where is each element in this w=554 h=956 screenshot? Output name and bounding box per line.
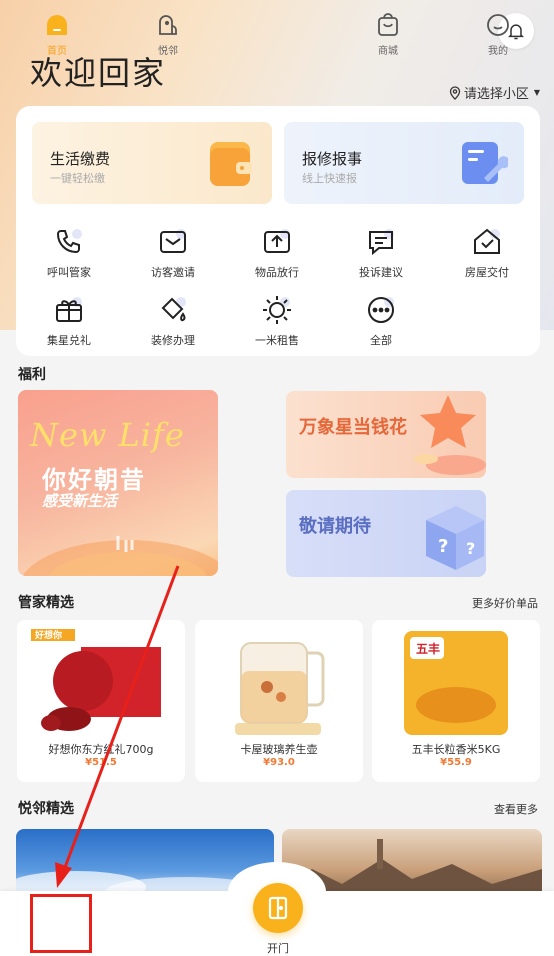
product-name: 好想你东方红礼700g [48,743,154,756]
product-image: 好想你 [29,627,173,737]
product-name: 卡屋玻璃养生壶 [240,743,318,756]
grid-item-house-delivery[interactable]: 房屋交付 [442,226,532,280]
grid-label: 全部 [370,334,392,347]
caret-down-icon: ▼ [533,88,540,97]
repair-report-title: 报修报事 [302,150,363,168]
grid-label: 投诉建议 [359,266,403,279]
product-name: 五丰长粒香米5KG [411,743,501,756]
open-door-button[interactable] [253,883,303,933]
grid-item-call-butler[interactable]: 呼叫管家 [24,226,114,280]
picks-section-title: 管家精选 [18,595,74,611]
grid-item-complaint[interactable]: 投诉建议 [336,226,426,280]
repair-report-card[interactable]: 报修报事 线上快速报 [284,122,524,204]
shopping-bag-icon [378,13,398,36]
location-pin-icon [449,85,460,100]
grid-item-renovation[interactable]: 装修办理 [128,294,218,348]
product-card[interactable]: 五丰 五丰长粒香米5KG ¥55.9 [372,620,540,782]
tab-neighbor[interactable]: 悦邻 [138,12,198,57]
product-price: ¥93.0 [263,757,295,768]
repair-report-subtitle: 线上快速报 [302,172,357,185]
tab-label: 悦邻 [158,46,178,57]
svg-text:?: ? [466,539,475,558]
product-price: ¥51.5 [85,757,117,768]
utility-payment-title: 生活缴费 [50,150,111,168]
neighbor-more-link[interactable]: 查看更多 [494,801,538,817]
upload-icon [264,229,290,253]
community-selector[interactable]: 请选择小区 ▼ [449,83,540,102]
coming-soon-title: 敬请期待 [299,516,371,537]
utility-payment-card[interactable]: 生活缴费 一键轻松缴 [32,122,272,204]
tab-home[interactable]: 首页 [27,12,87,57]
grid-label: 集星兑礼 [47,334,91,347]
tab-label: 首页 [47,46,67,57]
tab-profile[interactable]: 我的 [468,12,528,57]
phone-icon [56,229,82,254]
welfare-main-banner[interactable]: New Life 你好朝昔 感受新生活 [18,390,218,576]
sun-icon [263,296,291,324]
community-label: 请选择小区 [463,87,529,102]
grid-item-item-release[interactable]: 物品放行 [232,226,322,280]
wallet-icon [210,142,252,186]
grid-item-star-gift[interactable]: 集星兑礼 [24,294,114,348]
grid-label: 装修办理 [151,334,195,347]
tab-label: 我的 [488,46,508,57]
utility-payment-subtitle: 一键轻松缴 [50,172,105,185]
package-brand-text: 五丰 [416,641,440,656]
smiley-icon [487,14,509,36]
tab-label: 商城 [378,46,398,57]
tab-mall[interactable]: 商城 [358,12,418,57]
product-card[interactable]: 好想你 好想你东方红礼700g ¥51.5 [17,620,185,782]
neighbor-section-title: 悦邻精选 [18,801,74,817]
grid-label: 一米租售 [255,334,299,347]
picks-more-link[interactable]: 更多好价单品 [472,595,538,611]
star-cash-banner[interactable]: 万象星当钱花 [286,391,486,478]
package-brand-text: 好想你 [34,629,62,641]
banner-script-text: New Life [30,416,185,454]
annotation-highlight-box [30,894,92,953]
tab-label: 开门 [267,942,289,955]
grid-item-visitor-invite[interactable]: 访客邀请 [128,226,218,280]
banner-main-subtitle: 感受新生活 [42,492,118,510]
neighbor-icon [159,15,177,35]
door-icon [268,896,288,920]
house-check-icon [474,228,500,254]
grid-label: 访客邀请 [151,266,195,279]
wrench-clipboard-icon [462,142,508,184]
grid-item-rent-sale[interactable]: 一米租售 [232,294,322,348]
grid-label: 房屋交付 [465,266,509,279]
mystery-box-icon: ? ? [426,506,484,570]
chat-icon [369,229,394,256]
product-price: ¥55.9 [440,757,472,768]
svg-text:?: ? [438,536,448,557]
star-cash-title: 万象星当钱花 [299,417,407,438]
envelope-icon [160,229,186,253]
welfare-section-title: 福利 [18,367,46,383]
product-image: 五丰 [384,627,528,737]
home-icon [47,15,67,35]
coming-soon-banner[interactable]: ? ? 敬请期待 [286,490,486,577]
grid-label: 物品放行 [255,266,299,279]
product-card[interactable]: 卡屋玻璃养生壶 ¥93.0 [195,620,363,782]
grid-label: 呼叫管家 [47,266,91,279]
paint-bucket-icon [161,297,186,322]
product-image [207,627,351,737]
grid-item-all[interactable]: 全部 [336,294,426,348]
gift-icon [56,297,82,322]
more-icon [368,297,394,323]
